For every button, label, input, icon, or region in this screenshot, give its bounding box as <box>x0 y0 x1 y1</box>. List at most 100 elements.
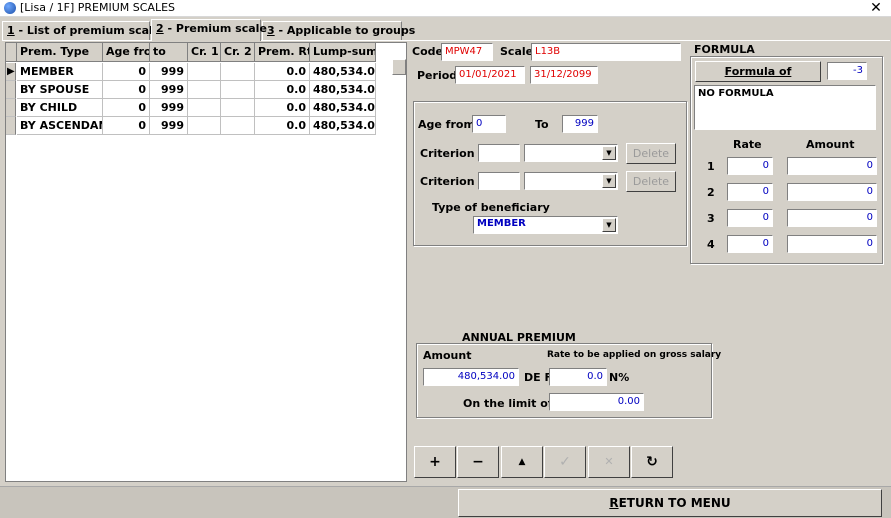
percent-suffix: N% <box>609 371 630 384</box>
de-f-label: DE F <box>524 371 552 384</box>
table-cell[interactable]: 999 <box>150 117 188 135</box>
close-icon[interactable]: ✕ <box>866 0 886 17</box>
table-cell[interactable]: BY ASCENDANT <box>17 117 103 135</box>
table-cell[interactable]: 999 <box>150 81 188 99</box>
gross-salary-rate-field[interactable]: 0.0 <box>549 368 607 386</box>
age-to-field[interactable]: 999 <box>562 115 598 133</box>
table-cell[interactable]: 480,534.00 <box>310 81 376 99</box>
amount-header: Amount <box>806 138 855 151</box>
col-to[interactable]: to <box>150 43 188 62</box>
age-from-label: Age from <box>418 118 475 131</box>
tab-premium-scale[interactable]: 2 - Premium scale <box>151 19 267 41</box>
beneficiary-select[interactable]: MEMBER ▼ <box>473 216 618 234</box>
table-cell[interactable]: 999 <box>150 99 188 117</box>
formula-description[interactable]: NO FORMULA <box>694 85 876 130</box>
criterion-2-select[interactable]: ▼ <box>524 172 618 190</box>
table-cell[interactable] <box>221 99 255 117</box>
delete-criterion-1-button[interactable]: Delete <box>626 143 676 164</box>
chevron-down-icon[interactable]: ▼ <box>602 146 616 160</box>
table-cell[interactable]: 0 <box>103 99 150 117</box>
formula-title: FORMULA <box>694 43 755 56</box>
table-cell[interactable]: 0 <box>103 63 150 81</box>
table-cell[interactable] <box>221 117 255 135</box>
tab-key: 2 <box>156 22 164 35</box>
formula-amount-field[interactable]: 0 <box>787 235 877 253</box>
tab-label: - Applicable to groups <box>274 24 416 37</box>
period-to-field[interactable]: 31/12/2099 <box>530 66 598 84</box>
table-cell[interactable]: 0.0 <box>255 81 310 99</box>
table-cell[interactable]: MEMBER <box>17 63 103 81</box>
period-from-field[interactable]: 01/01/2021 <box>455 66 525 84</box>
col-prem-type[interactable]: Prem. Type <box>17 43 103 62</box>
formula-rate-field[interactable]: 0 <box>727 235 773 253</box>
age-from-field[interactable]: 0 <box>472 115 506 133</box>
formula-amount-field[interactable]: 0 <box>787 209 877 227</box>
table-cell[interactable] <box>188 63 221 81</box>
formula-amount-field[interactable]: 0 <box>787 183 877 201</box>
col-age-from[interactable]: Age from <box>103 43 150 62</box>
table-cell[interactable]: 480,534.00 <box>310 63 376 81</box>
tab-applicable-to-groups[interactable]: 3 - Applicable to groups <box>262 21 415 40</box>
row-selector[interactable] <box>6 99 16 117</box>
rate-header: Rate <box>733 138 762 151</box>
criterion-2-code-field[interactable] <box>478 172 520 190</box>
table-cell[interactable] <box>221 81 255 99</box>
row-selector[interactable] <box>6 117 16 135</box>
table-cell[interactable]: BY CHILD <box>17 99 103 117</box>
cancel-button[interactable]: ✕ <box>588 446 630 478</box>
criterion-1-code-field[interactable] <box>478 144 520 162</box>
table-cell[interactable] <box>221 63 255 81</box>
tab-list-of-premium-scales[interactable]: 1 - List of premium scales <box>2 21 167 40</box>
return-to-menu-button[interactable]: RETURN TO MENU <box>458 489 882 517</box>
table-cell[interactable]: 480,534.00 <box>310 99 376 117</box>
criterion-1-label: Criterion 1 <box>420 147 487 160</box>
col-prem-rate[interactable]: Prem. Rt <box>255 43 310 62</box>
table-cell[interactable]: 0.0 <box>255 117 310 135</box>
scrollbar-thumb[interactable] <box>392 59 406 75</box>
table-cell[interactable] <box>188 117 221 135</box>
tab-label: - Premium scale <box>163 22 267 35</box>
col-cr2[interactable]: Cr. 2 <box>221 43 255 62</box>
remove-button[interactable]: − <box>457 446 499 478</box>
criterion-1-select[interactable]: ▼ <box>524 144 618 162</box>
return-label: ETURN TO MENU <box>618 496 731 510</box>
formula-rate-field[interactable]: 0 <box>727 209 773 227</box>
formula-amount-field[interactable]: 0 <box>787 157 877 175</box>
add-button[interactable]: + <box>414 446 456 478</box>
table-cell[interactable]: 0.0 <box>255 99 310 117</box>
limit-field[interactable]: 0.00 <box>549 393 644 411</box>
row-selector[interactable]: ▶ <box>6 63 16 81</box>
col-lump-sum[interactable]: Lump-sum <box>310 43 376 62</box>
table-cell[interactable]: 999 <box>150 63 188 81</box>
col-cr1[interactable]: Cr. 1 <box>188 43 221 62</box>
chevron-down-icon[interactable]: ▼ <box>602 174 616 188</box>
formula-code-field[interactable]: -3 <box>827 62 867 80</box>
table-cell[interactable]: 0 <box>103 117 150 135</box>
validate-button[interactable]: ✓ <box>544 446 586 478</box>
table-cell[interactable]: 0.0 <box>255 63 310 81</box>
return-key: R <box>609 496 619 510</box>
formula-row-number: 2 <box>707 186 715 199</box>
formula-rate-field[interactable]: 0 <box>727 157 773 175</box>
move-up-button[interactable]: ▲ <box>501 446 543 478</box>
formula-of-calculation-button[interactable]: Formula of calculation <box>695 61 821 97</box>
scale-field[interactable]: L13B <box>531 43 681 61</box>
table-cell[interactable]: 0 <box>103 81 150 99</box>
row-selector[interactable] <box>6 81 16 99</box>
formula-row-number: 1 <box>707 160 715 173</box>
table-cell[interactable]: 480,534.00 <box>310 117 376 135</box>
table-cell[interactable]: BY SPOUSE <box>17 81 103 99</box>
delete-criterion-2-button[interactable]: Delete <box>626 171 676 192</box>
code-field[interactable]: MPW47 <box>441 43 493 61</box>
formula-rate-field[interactable]: 0 <box>727 183 773 201</box>
table-cell[interactable] <box>188 99 221 117</box>
period-label: Period <box>417 69 458 82</box>
chevron-down-icon[interactable]: ▼ <box>602 218 616 232</box>
table-cell[interactable] <box>188 81 221 99</box>
refresh-button[interactable]: ↻ <box>631 446 673 478</box>
annual-amount-field[interactable]: 480,534.00 <box>423 368 519 386</box>
tab-key: 1 <box>7 24 15 37</box>
tab-label: - List of premium scales <box>14 24 167 37</box>
premium-grid[interactable]: Prem. Type Age from to Cr. 1 Cr. 2 Prem.… <box>5 42 407 482</box>
beneficiary-value: MEMBER <box>477 218 526 229</box>
